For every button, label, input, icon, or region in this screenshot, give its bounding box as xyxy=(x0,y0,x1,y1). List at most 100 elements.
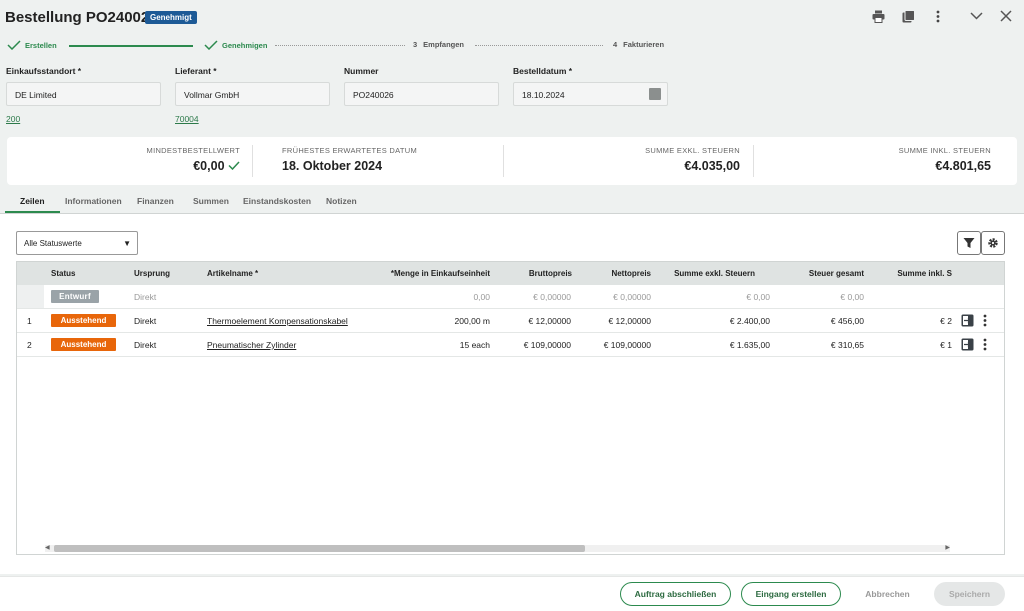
earliest-date-value: 18. Oktober 2024 xyxy=(282,159,383,173)
vendor-label: Lieferant * xyxy=(175,66,217,76)
step-receive: 3 Empfangen xyxy=(413,40,464,49)
col-status[interactable]: Status xyxy=(51,269,75,278)
total-excl-cell: € 2.400,00 xyxy=(729,316,770,326)
filter-button[interactable] xyxy=(957,231,981,255)
save-button[interactable]: Speichern xyxy=(934,582,1005,606)
scroll-left-icon[interactable]: ◀ xyxy=(45,544,50,551)
create-receipt-button[interactable]: Eingang erstellen xyxy=(741,582,841,606)
total-excl-value: €4.035,00 xyxy=(684,159,740,173)
item-link[interactable]: Pneumatischer Zylinder xyxy=(207,340,296,350)
table-row[interactable]: 1 Ausstehend Direkt Thermoelement Kompen… xyxy=(17,309,1004,333)
more-vert-icon[interactable] xyxy=(983,338,997,352)
step-label: Genehmigen xyxy=(222,40,268,50)
number-input[interactable]: PO240026 xyxy=(344,82,499,106)
col-quantity[interactable]: *Menge in Einkaufseinheit xyxy=(391,269,490,278)
scrollbar-thumb[interactable] xyxy=(54,545,585,552)
step-connector xyxy=(275,45,405,46)
site-input[interactable]: DE Limited xyxy=(6,82,161,106)
complete-order-button[interactable]: Auftrag abschließen xyxy=(620,582,731,606)
col-item-name[interactable]: Artikelname * xyxy=(207,269,258,278)
lines-table: Status Ursprung Artikelname * *Menge in … xyxy=(16,261,1005,555)
tab-totals[interactable]: Summen xyxy=(193,196,229,206)
tab-bar: Zeilen Informationen Finanzen Summen Ein… xyxy=(0,190,1024,214)
tab-finance[interactable]: Finanzen xyxy=(137,196,174,206)
vendor-input[interactable]: Vollmar GmbH xyxy=(175,82,330,106)
col-tax-total[interactable]: Steuer gesamt xyxy=(809,269,864,278)
tab-information[interactable]: Informationen xyxy=(65,196,122,206)
row-gutter xyxy=(17,285,44,308)
gross-price-cell: € 0,00000 xyxy=(533,292,571,302)
more-vert-icon[interactable] xyxy=(983,314,997,328)
vendor-field: Lieferant * Vollmar GmbH 70004 xyxy=(175,66,330,124)
open-detail-icon[interactable] xyxy=(961,314,975,328)
date-input[interactable]: 18.10.2024 xyxy=(513,82,668,106)
earliest-date-label: FRÜHESTES ERWARTETES DATUM xyxy=(282,146,418,155)
settings-button[interactable] xyxy=(981,231,1005,255)
gear-icon xyxy=(988,238,998,248)
tax-cell: € 456,00 xyxy=(830,316,864,326)
open-detail-icon[interactable] xyxy=(961,338,975,352)
total-excl-cell: € 0,00 xyxy=(746,292,770,302)
row-number: 1 xyxy=(27,316,32,326)
tax-cell: € 0,00 xyxy=(840,292,864,302)
summary-panel: MINDESTBESTELLWERT €0,00 FRÜHESTES ERWAR… xyxy=(7,137,1017,185)
cancel-button[interactable]: Abbrechen xyxy=(851,582,924,606)
col-origin[interactable]: Ursprung xyxy=(134,269,170,278)
total-excl: SUMME EXKL. STEUERN €4.035,00 xyxy=(645,146,740,173)
divider xyxy=(503,145,504,177)
header: Bestellung PO240026 Genehmigt Erstellen … xyxy=(0,0,1024,214)
calendar-icon[interactable] xyxy=(649,88,661,100)
check-icon xyxy=(228,161,240,171)
total-incl: SUMME INKL. STEUERN €4.801,65 xyxy=(899,146,991,173)
more-vert-icon[interactable] xyxy=(930,8,946,24)
col-total-excl[interactable]: Summe exkl. Steuern xyxy=(674,269,755,278)
table-row-draft[interactable]: Entwurf Direkt 0,00 € 0,00000 € 0,00000 … xyxy=(17,285,1004,309)
vendor-link[interactable]: 70004 xyxy=(175,114,330,124)
site-field: Einkaufsstandort * DE Limited 200 xyxy=(6,66,161,124)
total-excl-cell: € 1.635,00 xyxy=(729,340,770,350)
footer-actions: Auftrag abschließen Eingang erstellen Ab… xyxy=(0,576,1024,611)
status-badge: Ausstehend xyxy=(51,314,116,327)
table-header: Status Ursprung Artikelname * *Menge in … xyxy=(17,262,1004,285)
net-price-cell: € 12,00000 xyxy=(608,316,651,326)
toolbar xyxy=(870,8,1014,24)
date-field: Bestelldatum * 18.10.2024 xyxy=(513,66,668,106)
step-number: 3 xyxy=(413,40,418,49)
chevron-down-icon[interactable] xyxy=(968,8,984,24)
step-label: Empfangen xyxy=(423,40,465,49)
tab-landed-costs[interactable]: Einstandskosten xyxy=(243,196,311,206)
step-number: 4 xyxy=(613,40,618,49)
tab-lines[interactable]: Zeilen xyxy=(20,196,45,206)
quantity-cell[interactable]: 200,00 m xyxy=(455,316,490,326)
step-invoice: 4 Fakturieren xyxy=(613,40,664,49)
gross-price-cell: € 12,00000 xyxy=(528,316,571,326)
scroll-right-icon[interactable]: ▶ xyxy=(945,544,950,551)
col-net-price[interactable]: Nettopreis xyxy=(611,269,651,278)
col-total-incl[interactable]: Summe inkl. S xyxy=(897,269,952,278)
net-price-cell: € 109,00000 xyxy=(603,340,651,350)
item-link[interactable]: Thermoelement Kompensationskabel xyxy=(207,316,348,326)
tax-cell: € 310,65 xyxy=(830,340,864,350)
col-gross-price[interactable]: Bruttopreis xyxy=(529,269,572,278)
site-link[interactable]: 200 xyxy=(6,114,161,124)
total-incl-cell: € 2 xyxy=(940,316,952,326)
copy-icon[interactable] xyxy=(900,8,916,24)
min-order-amount: €0,00 xyxy=(147,159,240,173)
origin-cell: Direkt xyxy=(134,316,157,326)
number-label: Nummer xyxy=(344,66,379,76)
print-icon[interactable] xyxy=(870,8,886,24)
divider xyxy=(252,145,253,177)
close-icon[interactable] xyxy=(998,8,1014,24)
active-tab-indicator xyxy=(5,211,60,213)
tab-notes[interactable]: Notizen xyxy=(326,196,357,206)
table-row[interactable]: 2 Ausstehend Direkt Pneumatischer Zylind… xyxy=(17,333,1004,357)
filter-icon xyxy=(963,238,975,248)
status-filter-value: Alle Statuswerte xyxy=(24,239,82,248)
quantity-cell[interactable]: 15 each xyxy=(460,340,490,350)
quantity-cell[interactable]: 0,00 xyxy=(473,292,490,302)
horizontal-scrollbar[interactable]: ◀ ▶ xyxy=(45,545,950,552)
step-label: Erstellen xyxy=(25,40,57,50)
step-approve: Genehmigen xyxy=(204,40,267,50)
min-order-label: MINDESTBESTELLWERT xyxy=(146,146,240,155)
status-filter-select[interactable]: Alle Statuswerte ▼ xyxy=(16,231,138,255)
